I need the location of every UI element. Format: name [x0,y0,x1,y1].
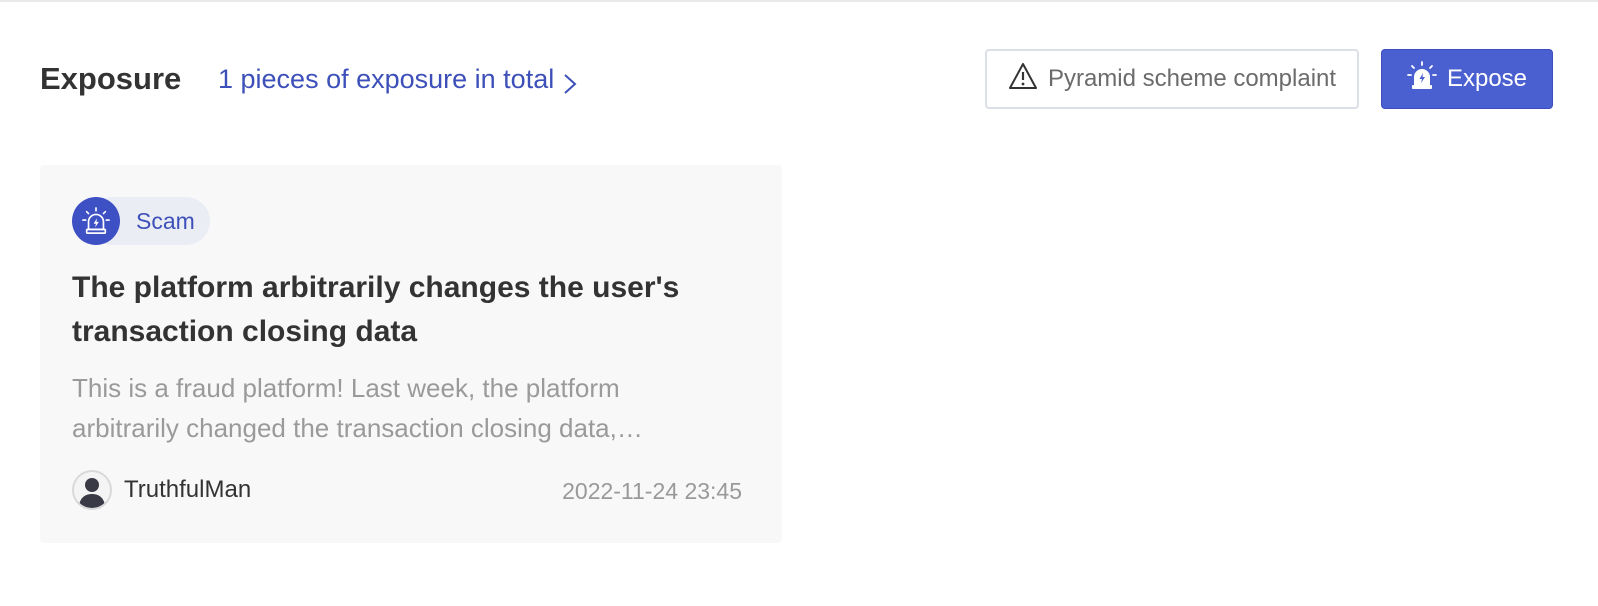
pyramid-scheme-complaint-button[interactable]: Pyramid scheme complaint [985,49,1359,109]
siren-alarm-icon [72,197,120,245]
user-avatar-icon [72,470,112,510]
post-date: 2022-11-24 23:45 [562,478,742,504]
exposure-count-text: 1 pieces of exposure in total [218,64,555,94]
exposure-card[interactable]: Scam The platform arbitrarily changes th… [40,165,782,543]
category-tag-label: Scam [136,208,195,234]
exposure-count-link[interactable]: 1 pieces of exposure in total [218,61,578,97]
exposure-title[interactable]: The platform arbitrarily changes the use… [72,266,752,354]
category-tag: Scam [72,197,210,245]
exposure-excerpt: This is a fraud platform! Last week, the… [72,373,643,443]
expose-button[interactable]: Expose [1381,49,1553,109]
chevron-right-icon [562,68,578,94]
section-title: Exposure [40,61,182,96]
exposure-header: Exposure 1 pieces of exposure in total P… [40,49,1553,109]
author[interactable]: TruthfulMan [72,470,251,510]
siren-alarm-icon [1407,60,1437,98]
warning-triangle-icon [1008,62,1038,97]
expose-label: Expose [1446,65,1528,92]
author-name: TruthfulMan [124,476,252,503]
top-divider [0,0,1598,2]
pyramid-scheme-complaint-label: Pyramid scheme complaint [1047,65,1337,92]
